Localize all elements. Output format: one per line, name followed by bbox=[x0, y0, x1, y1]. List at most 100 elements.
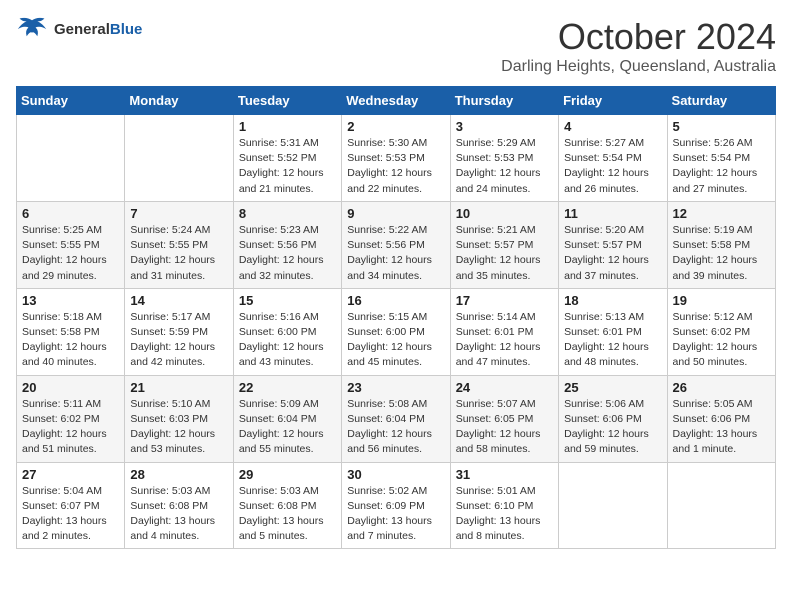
page-header: GeneralBlue October 2024 Darling Heights… bbox=[16, 16, 776, 76]
calendar-week-1: 1 Sunrise: 5:31 AM Sunset: 5:52 PM Daylig… bbox=[17, 115, 776, 202]
calendar-cell: 24 Sunrise: 5:07 AM Sunset: 6:05 PM Dayli… bbox=[450, 375, 558, 462]
day-number: 25 bbox=[564, 380, 661, 395]
calendar-cell: 6 Sunrise: 5:25 AM Sunset: 5:55 PM Daylig… bbox=[17, 201, 125, 288]
month-title: October 2024 bbox=[501, 16, 776, 58]
day-number: 18 bbox=[564, 293, 661, 308]
day-number: 29 bbox=[239, 467, 336, 482]
calendar-cell bbox=[559, 462, 667, 549]
day-info: Sunrise: 5:14 AM Sunset: 6:01 PM Dayligh… bbox=[456, 310, 553, 371]
weekday-header-monday: Monday bbox=[125, 87, 233, 115]
day-info: Sunrise: 5:15 AM Sunset: 6:00 PM Dayligh… bbox=[347, 310, 444, 371]
day-info: Sunrise: 5:17 AM Sunset: 5:59 PM Dayligh… bbox=[130, 310, 227, 371]
calendar-cell: 16 Sunrise: 5:15 AM Sunset: 6:00 PM Dayli… bbox=[342, 288, 450, 375]
calendar-week-4: 20 Sunrise: 5:11 AM Sunset: 6:02 PM Dayli… bbox=[17, 375, 776, 462]
day-number: 16 bbox=[347, 293, 444, 308]
calendar-cell: 2Sunrise: 5:30 AM Sunset: 5:53 PM Daylig… bbox=[342, 115, 450, 202]
calendar-cell bbox=[667, 462, 775, 549]
day-info: Sunrise: 5:11 AM Sunset: 6:02 PM Dayligh… bbox=[22, 397, 119, 458]
day-info: Sunrise: 5:07 AM Sunset: 6:05 PM Dayligh… bbox=[456, 397, 553, 458]
day-info: Sunrise: 5:26 AM Sunset: 5:54 PM Dayligh… bbox=[673, 136, 770, 197]
calendar-cell: 29 Sunrise: 5:03 AM Sunset: 6:08 PM Dayli… bbox=[233, 462, 341, 549]
day-info: Sunrise: 5:18 AM Sunset: 5:58 PM Dayligh… bbox=[22, 310, 119, 371]
weekday-header-saturday: Saturday bbox=[667, 87, 775, 115]
weekday-header-thursday: Thursday bbox=[450, 87, 558, 115]
day-info: Sunrise: 5:12 AM Sunset: 6:02 PM Dayligh… bbox=[673, 310, 770, 371]
logo-text: GeneralBlue bbox=[54, 21, 142, 39]
day-info: Sunrise: 5:10 AM Sunset: 6:03 PM Dayligh… bbox=[130, 397, 227, 458]
day-number: 12 bbox=[673, 206, 770, 221]
calendar-cell: 8 Sunrise: 5:23 AM Sunset: 5:56 PM Daylig… bbox=[233, 201, 341, 288]
day-info: Sunrise: 5:01 AM Sunset: 6:10 PM Dayligh… bbox=[456, 484, 553, 545]
day-info: Sunrise: 5:09 AM Sunset: 6:04 PM Dayligh… bbox=[239, 397, 336, 458]
day-number: 8 bbox=[239, 206, 336, 221]
day-number: 31 bbox=[456, 467, 553, 482]
day-number: 23 bbox=[347, 380, 444, 395]
calendar-body: 1 Sunrise: 5:31 AM Sunset: 5:52 PM Daylig… bbox=[17, 115, 776, 549]
day-number: 27 bbox=[22, 467, 119, 482]
title-block: October 2024 Darling Heights, Queensland… bbox=[501, 16, 776, 76]
calendar-cell bbox=[17, 115, 125, 202]
calendar-cell: 18 Sunrise: 5:13 AM Sunset: 6:01 PM Dayli… bbox=[559, 288, 667, 375]
calendar-cell: 23Sunrise: 5:08 AM Sunset: 6:04 PM Dayli… bbox=[342, 375, 450, 462]
calendar-cell bbox=[125, 115, 233, 202]
day-info: Sunrise: 5:02 AM Sunset: 6:09 PM Dayligh… bbox=[347, 484, 444, 545]
calendar-cell: 28Sunrise: 5:03 AM Sunset: 6:08 PM Dayli… bbox=[125, 462, 233, 549]
day-info: Sunrise: 5:22 AM Sunset: 5:56 PM Dayligh… bbox=[347, 223, 444, 284]
day-number: 5 bbox=[673, 119, 770, 134]
day-number: 3 bbox=[456, 119, 553, 134]
day-number: 13 bbox=[22, 293, 119, 308]
day-number: 20 bbox=[22, 380, 119, 395]
calendar-cell: 12Sunrise: 5:19 AM Sunset: 5:58 PM Dayli… bbox=[667, 201, 775, 288]
calendar-cell: 27Sunrise: 5:04 AM Sunset: 6:07 PM Dayli… bbox=[17, 462, 125, 549]
calendar-cell: 10Sunrise: 5:21 AM Sunset: 5:57 PM Dayli… bbox=[450, 201, 558, 288]
calendar-cell: 21 Sunrise: 5:10 AM Sunset: 6:03 PM Dayli… bbox=[125, 375, 233, 462]
day-number: 19 bbox=[673, 293, 770, 308]
day-info: Sunrise: 5:23 AM Sunset: 5:56 PM Dayligh… bbox=[239, 223, 336, 284]
day-number: 6 bbox=[22, 206, 119, 221]
day-info: Sunrise: 5:13 AM Sunset: 6:01 PM Dayligh… bbox=[564, 310, 661, 371]
calendar-cell: 15 Sunrise: 5:16 AM Sunset: 6:00 PM Dayli… bbox=[233, 288, 341, 375]
day-number: 21 bbox=[130, 380, 227, 395]
day-number: 11 bbox=[564, 206, 661, 221]
calendar-cell: 9Sunrise: 5:22 AM Sunset: 5:56 PM Daylig… bbox=[342, 201, 450, 288]
calendar-cell: 17 Sunrise: 5:14 AM Sunset: 6:01 PM Dayli… bbox=[450, 288, 558, 375]
weekday-header-tuesday: Tuesday bbox=[233, 87, 341, 115]
calendar-cell: 20 Sunrise: 5:11 AM Sunset: 6:02 PM Dayli… bbox=[17, 375, 125, 462]
day-number: 22 bbox=[239, 380, 336, 395]
weekday-header-wednesday: Wednesday bbox=[342, 87, 450, 115]
calendar-cell: 11Sunrise: 5:20 AM Sunset: 5:57 PM Dayli… bbox=[559, 201, 667, 288]
day-number: 15 bbox=[239, 293, 336, 308]
logo: GeneralBlue bbox=[16, 16, 142, 44]
day-number: 14 bbox=[130, 293, 227, 308]
calendar-header-row: SundayMondayTuesdayWednesdayThursdayFrid… bbox=[17, 87, 776, 115]
calendar-week-2: 6 Sunrise: 5:25 AM Sunset: 5:55 PM Daylig… bbox=[17, 201, 776, 288]
calendar-table: SundayMondayTuesdayWednesdayThursdayFrid… bbox=[16, 86, 776, 549]
day-number: 1 bbox=[239, 119, 336, 134]
day-number: 17 bbox=[456, 293, 553, 308]
logo-blue: Blue bbox=[110, 21, 143, 38]
day-number: 24 bbox=[456, 380, 553, 395]
day-number: 30 bbox=[347, 467, 444, 482]
logo-general: General bbox=[54, 21, 110, 38]
day-info: Sunrise: 5:03 AM Sunset: 6:08 PM Dayligh… bbox=[239, 484, 336, 545]
calendar-cell: 14 Sunrise: 5:17 AM Sunset: 5:59 PM Dayli… bbox=[125, 288, 233, 375]
calendar-cell: 19 Sunrise: 5:12 AM Sunset: 6:02 PM Dayli… bbox=[667, 288, 775, 375]
day-info: Sunrise: 5:21 AM Sunset: 5:57 PM Dayligh… bbox=[456, 223, 553, 284]
day-info: Sunrise: 5:24 AM Sunset: 5:55 PM Dayligh… bbox=[130, 223, 227, 284]
day-number: 4 bbox=[564, 119, 661, 134]
calendar-cell: 1 Sunrise: 5:31 AM Sunset: 5:52 PM Daylig… bbox=[233, 115, 341, 202]
day-info: Sunrise: 5:31 AM Sunset: 5:52 PM Dayligh… bbox=[239, 136, 336, 197]
day-info: Sunrise: 5:25 AM Sunset: 5:55 PM Dayligh… bbox=[22, 223, 119, 284]
calendar-cell: 25 Sunrise: 5:06 AM Sunset: 6:06 PM Dayli… bbox=[559, 375, 667, 462]
calendar-cell: 5 Sunrise: 5:26 AM Sunset: 5:54 PM Daylig… bbox=[667, 115, 775, 202]
calendar-cell: 4Sunrise: 5:27 AM Sunset: 5:54 PM Daylig… bbox=[559, 115, 667, 202]
calendar-cell: 7 Sunrise: 5:24 AM Sunset: 5:55 PM Daylig… bbox=[125, 201, 233, 288]
day-info: Sunrise: 5:06 AM Sunset: 6:06 PM Dayligh… bbox=[564, 397, 661, 458]
calendar-cell: 22 Sunrise: 5:09 AM Sunset: 6:04 PM Dayli… bbox=[233, 375, 341, 462]
calendar-week-5: 27Sunrise: 5:04 AM Sunset: 6:07 PM Dayli… bbox=[17, 462, 776, 549]
day-number: 28 bbox=[130, 467, 227, 482]
day-info: Sunrise: 5:30 AM Sunset: 5:53 PM Dayligh… bbox=[347, 136, 444, 197]
day-number: 7 bbox=[130, 206, 227, 221]
calendar-cell: 30 Sunrise: 5:02 AM Sunset: 6:09 PM Dayli… bbox=[342, 462, 450, 549]
day-info: Sunrise: 5:16 AM Sunset: 6:00 PM Dayligh… bbox=[239, 310, 336, 371]
